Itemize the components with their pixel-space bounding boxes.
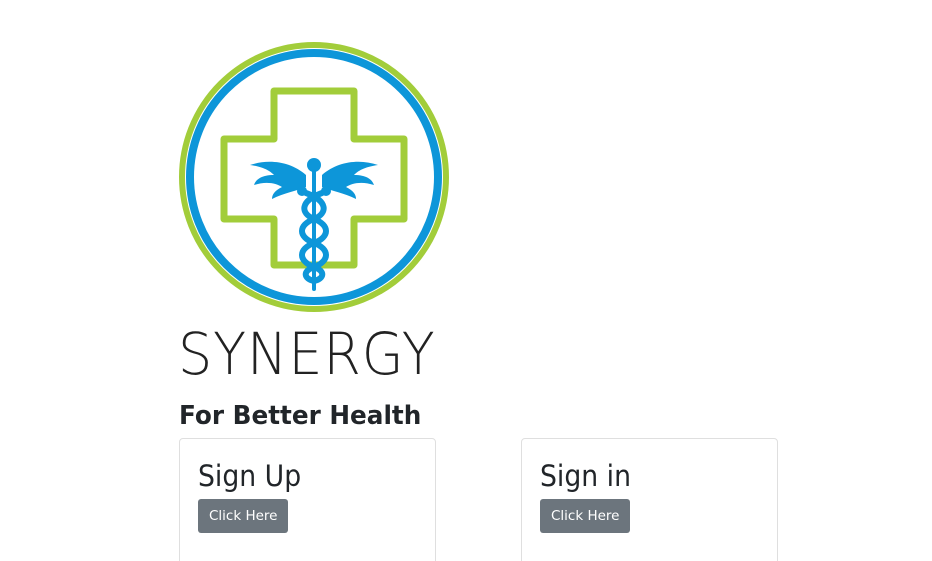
sign-in-title: Sign in [540,459,632,493]
brand-tagline: For Better Health [179,401,422,431]
sign-up-title: Sign Up [198,459,302,493]
medical-caduceus-logo-icon [179,42,449,312]
sign-up-card: Sign Up Click Here [179,438,436,561]
brand-name: SYNERGY [178,320,436,388]
sign-in-button[interactable]: Click Here [540,499,631,533]
sign-in-card: Sign in Click Here [521,438,778,561]
landing-page: SYNERGY For Better Health Sign Up Click … [0,0,932,561]
sign-up-button[interactable]: Click Here [198,499,289,533]
